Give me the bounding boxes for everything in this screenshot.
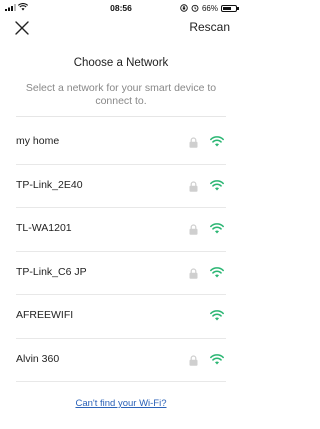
battery-percentage: 66% (201, 3, 218, 13)
cant-find-wifi-link[interactable]: Can't find your Wi-Fi? (0, 398, 242, 409)
lock-icon (189, 224, 198, 235)
network-name: AFREEWIFI (16, 309, 74, 321)
network-name: my home (16, 135, 60, 147)
network-item[interactable]: TP-Link_2E40 (16, 165, 226, 208)
status-bar: 08:56 66% (0, 0, 242, 16)
lock-icon (189, 180, 198, 192)
navigation-bar: Rescan (0, 18, 242, 40)
divider (16, 116, 226, 117)
network-item[interactable]: Alvin 360 (16, 339, 226, 382)
wifi-signal-icon (210, 136, 224, 147)
wifi-signal-icon (210, 179, 224, 190)
page-title: Choose a Network (73, 57, 169, 69)
wifi-signal-icon (210, 310, 224, 321)
network-item[interactable]: TP-Link_C6 JP (16, 252, 226, 295)
wifi-signal-icon (210, 353, 224, 364)
wifi-signal-icon (210, 266, 224, 277)
rescan-button[interactable]: Rescan (189, 20, 230, 34)
network-name: TP-Link_2E40 (16, 178, 83, 191)
network-name: Alvin 360 (16, 352, 60, 365)
lock-icon (189, 354, 198, 366)
network-item[interactable]: TL-WA1201 (16, 208, 226, 252)
network-list: my home TP-Link_2E40 TL-WA1201 TP-Link_C6 J… (16, 121, 226, 382)
alarm-icon (191, 4, 199, 12)
lock-icon (189, 137, 198, 148)
network-item[interactable]: AFREEWIFI (16, 295, 226, 339)
page-subtitle: Select a network for your smart device t… (25, 82, 217, 107)
network-name: TL-WA1201 (16, 222, 72, 234)
network-item[interactable]: my home (16, 121, 226, 165)
close-icon[interactable] (14, 20, 30, 36)
wifi-signal-icon (210, 223, 224, 234)
battery-icon (221, 4, 239, 12)
lock-icon (189, 267, 198, 279)
screen-rotation-lock-icon (180, 4, 188, 12)
network-name: TP-Link_C6 JP (16, 265, 87, 278)
